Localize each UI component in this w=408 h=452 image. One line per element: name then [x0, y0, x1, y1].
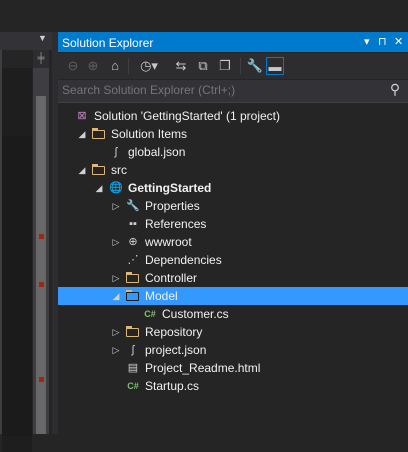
- tree-item[interactable]: ▤ Project_Readme.html: [58, 359, 408, 377]
- folder-open-icon: [125, 288, 141, 304]
- tree-item-label: Startup.cs: [145, 379, 200, 393]
- html-file-icon: ▤: [127, 362, 139, 374]
- csharp-file-icon: C#: [127, 381, 139, 391]
- json-file-icon: ʃ: [114, 146, 118, 158]
- tree-item[interactable]: ◢ src: [58, 161, 408, 179]
- collapsed-arrow-icon[interactable]: ▷: [111, 197, 121, 215]
- expanded-arrow-icon[interactable]: ◢: [111, 287, 121, 305]
- tree-item-label: global.json: [128, 145, 186, 159]
- folder-icon: [91, 162, 107, 178]
- sync-icon[interactable]: ⇆: [172, 57, 190, 75]
- tree-item[interactable]: ▷ Repository: [58, 323, 408, 341]
- history-icon[interactable]: ◷▾: [136, 57, 162, 75]
- web-project-icon: 🌐: [109, 182, 123, 194]
- dependencies-icon: ⋰: [127, 254, 139, 266]
- panel-title-bar: Solution Explorer ▾ ⊓ ✕: [58, 33, 408, 52]
- tree-item[interactable]: ▷ Controller: [58, 269, 408, 287]
- forward-icon[interactable]: ⊕: [84, 57, 102, 75]
- collapsed-arrow-icon[interactable]: ▷: [111, 323, 121, 341]
- tree-item[interactable]: ▷ ⊕ wwwroot: [58, 233, 408, 251]
- tree-item-label: Solution 'GettingStarted' (1 project): [94, 109, 281, 123]
- search-icon[interactable]: ⚲: [386, 81, 404, 99]
- tree-item-label: GettingStarted: [128, 181, 212, 195]
- pin-icon[interactable]: ⊓: [378, 35, 387, 48]
- collapsed-arrow-icon[interactable]: ▷: [111, 341, 121, 359]
- editor-pane-lower: [2, 136, 32, 436]
- error-marker: [39, 234, 44, 239]
- search-input[interactable]: [62, 83, 382, 97]
- tree-item[interactable]: ▷ 🔧 Properties: [58, 197, 408, 215]
- json-file-icon: ʃ: [131, 344, 135, 356]
- window-position-icon[interactable]: ▾: [364, 35, 370, 48]
- expanded-arrow-icon[interactable]: ◢: [77, 161, 87, 179]
- show-all-files-icon[interactable]: ❐: [216, 57, 234, 75]
- tree-item-label: Solution Items: [111, 127, 188, 141]
- tree-item[interactable]: ʃ global.json: [58, 143, 408, 161]
- tree-item-label: Controller: [145, 271, 198, 285]
- tree-item[interactable]: ▷ ʃ project.json: [58, 341, 408, 359]
- tree-item-label: wwwroot: [145, 235, 192, 249]
- references-icon: ▪▪: [129, 218, 137, 230]
- globe-icon: ⊕: [128, 236, 138, 248]
- close-icon[interactable]: ✕: [394, 35, 403, 48]
- error-marker: [39, 377, 44, 382]
- csharp-file-icon: C#: [144, 309, 156, 319]
- expanded-arrow-icon[interactable]: ◢: [77, 125, 87, 143]
- tree-item[interactable]: C# Customer.cs: [58, 305, 408, 323]
- solution-explorer-panel: Solution Explorer ▾ ⊓ ✕ ⊖ ⊕ ⌂ ◷▾ ⇆ ⧉ ❐ 🔧…: [58, 32, 408, 435]
- collapsed-arrow-icon[interactable]: ▷: [111, 269, 121, 287]
- panel-toolbar: ⊖ ⊕ ⌂ ◷▾ ⇆ ⧉ ❐ 🔧 ▬: [58, 53, 408, 79]
- back-icon[interactable]: ⊖: [64, 57, 82, 75]
- tree-item[interactable]: ▪▪ References: [58, 215, 408, 233]
- tree-item[interactable]: ◢ Model: [58, 287, 408, 305]
- collapse-all-icon[interactable]: ⧉: [194, 57, 212, 75]
- split-icon[interactable]: ╪: [33, 50, 49, 68]
- folder-icon: [125, 270, 141, 286]
- chevron-down-icon[interactable]: ▼: [38, 33, 47, 43]
- tree-item[interactable]: C# Startup.cs: [58, 377, 408, 395]
- tree-item[interactable]: ◢ Solution Items: [58, 125, 408, 143]
- collapsed-arrow-icon[interactable]: ▷: [111, 233, 121, 251]
- tree-item-label: Project_Readme.html: [145, 361, 261, 375]
- folder-icon: [125, 324, 141, 340]
- solution-icon: ⊠: [77, 110, 87, 122]
- tree-item-label: Model: [145, 289, 178, 303]
- tree-item[interactable]: ⊠ Solution 'GettingStarted' (1 project): [58, 107, 408, 125]
- tree-item-label: Customer.cs: [162, 307, 229, 321]
- folder-icon: [91, 126, 107, 142]
- tree-item[interactable]: ◢ 🌐 GettingStarted: [58, 179, 408, 197]
- expanded-arrow-icon[interactable]: ◢: [94, 179, 104, 197]
- tree-item[interactable]: ⋰ Dependencies: [58, 251, 408, 269]
- properties-icon[interactable]: 🔧: [246, 57, 264, 75]
- tree-item-label: project.json: [145, 343, 207, 357]
- error-marker: [39, 282, 44, 287]
- tree-item-label: References: [145, 217, 207, 231]
- home-icon[interactable]: ⌂: [106, 57, 124, 75]
- search-box: ⚲: [58, 80, 408, 103]
- wrench-icon: 🔧: [126, 200, 140, 212]
- editor-scrollbar-thumb[interactable]: [36, 96, 46, 434]
- tree-item-label: Dependencies: [145, 253, 222, 267]
- tree-item-label: src: [111, 163, 127, 177]
- panel-title: Solution Explorer: [62, 36, 154, 50]
- preview-icon[interactable]: ▬: [266, 57, 284, 75]
- tree-item-label: Repository: [145, 325, 203, 339]
- tree-item-label: Properties: [145, 199, 200, 213]
